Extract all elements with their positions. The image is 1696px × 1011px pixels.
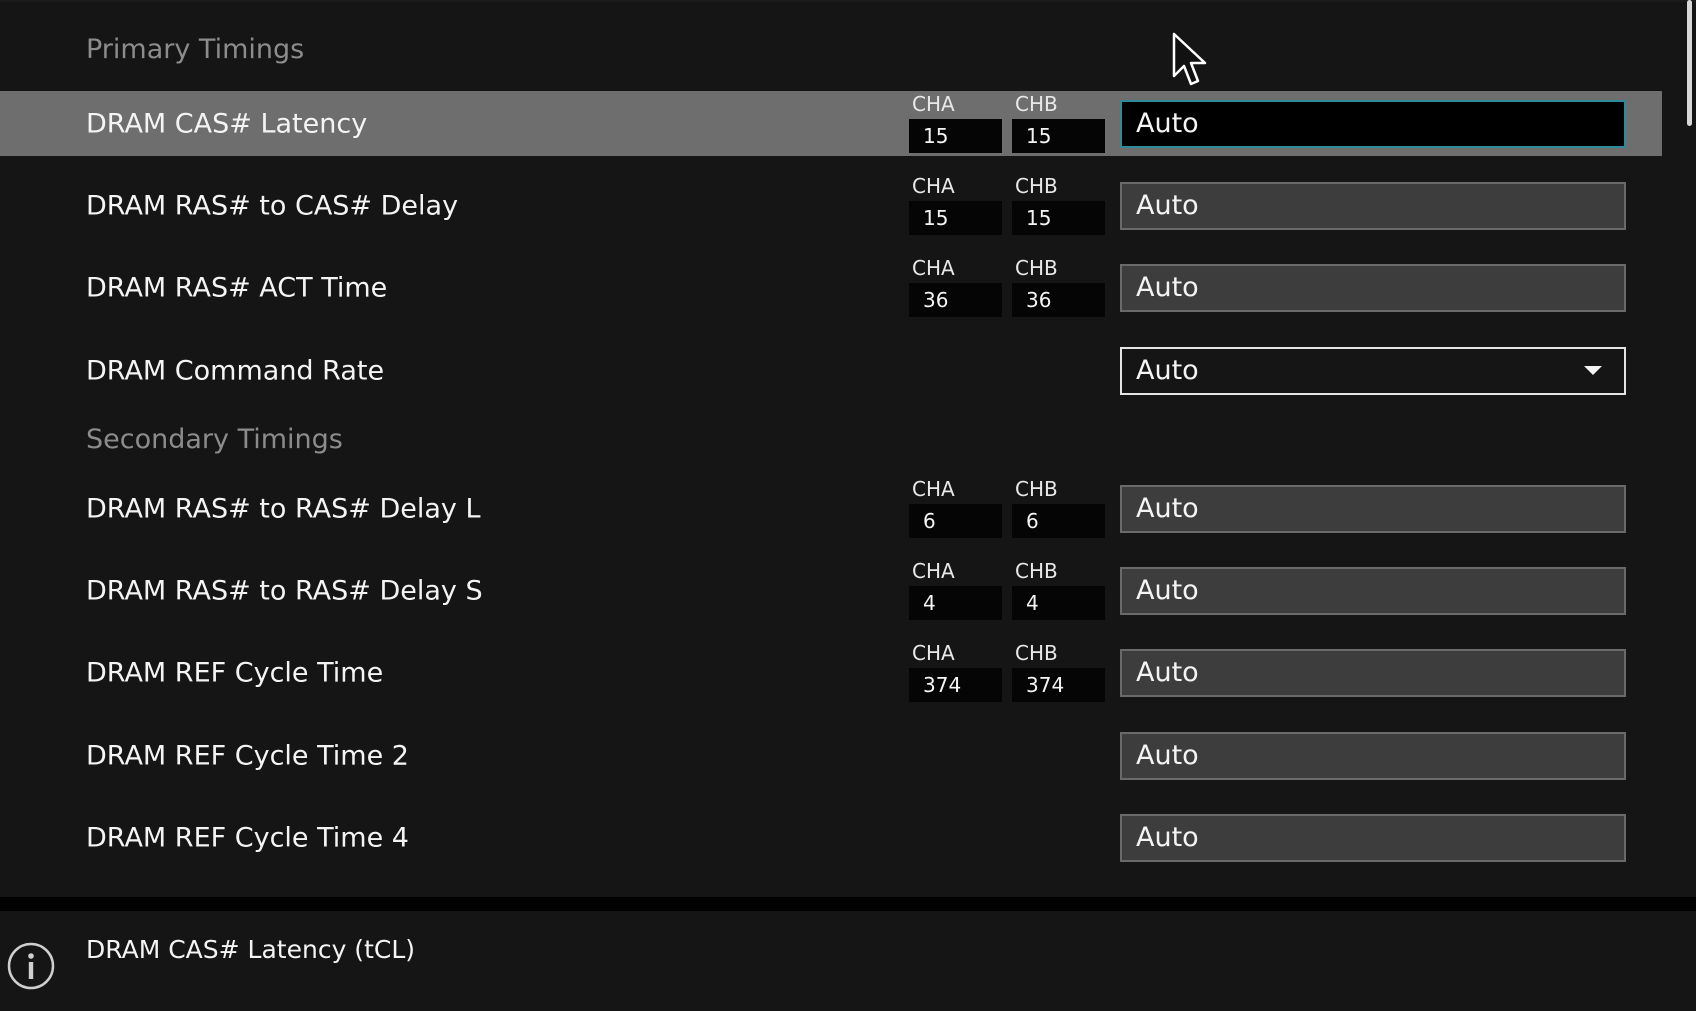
- row-label: DRAM Command Rate: [86, 355, 385, 386]
- ras-act-time-input[interactable]: Auto: [1120, 263, 1626, 312]
- channel-b-label: CHB: [1015, 92, 1058, 116]
- ras-to-ras-delay-s-input[interactable]: Auto: [1120, 566, 1626, 615]
- channel-a-label: CHA: [912, 477, 955, 501]
- row-label: DRAM RAS# to RAS# Delay S: [86, 575, 483, 606]
- channel-b-readout: CHB 374: [1012, 642, 1105, 704]
- row-dram-ref-cycle-time-2[interactable]: DRAM REF Cycle Time 2 Auto: [0, 723, 1662, 788]
- timings-list: Primary Timings DRAM CAS# Latency CHA 15…: [0, 0, 1662, 896]
- channel-a-label: CHA: [912, 256, 955, 280]
- help-panel: DRAM CAS# Latency (tCL): [0, 911, 1696, 1011]
- channel-a-readout: CHA 4: [909, 560, 1002, 622]
- channel-a-label: CHA: [912, 92, 955, 116]
- channel-b-label: CHB: [1015, 256, 1058, 280]
- row-label: DRAM REF Cycle Time 2: [86, 740, 409, 771]
- row-label: DRAM RAS# to RAS# Delay L: [86, 493, 481, 524]
- channel-a-value: 15: [909, 119, 1002, 153]
- channel-b-value: 15: [1012, 201, 1105, 235]
- channel-b-readout: CHB 6: [1012, 478, 1105, 540]
- bios-memory-timings-screen: Primary Timings DRAM CAS# Latency CHA 15…: [0, 0, 1696, 1011]
- channel-a-value: 15: [909, 201, 1002, 235]
- cas-latency-input[interactable]: Auto: [1120, 99, 1626, 148]
- channel-b-readout: CHB 15: [1012, 175, 1105, 237]
- channel-a-readout: CHA 6: [909, 478, 1002, 540]
- channel-a-readout: CHA 374: [909, 642, 1002, 704]
- channel-a-readout: CHA 36: [909, 257, 1002, 319]
- channel-a-readout: CHA 15: [909, 175, 1002, 237]
- help-description: DRAM CAS# Latency (tCL): [86, 935, 416, 964]
- scrollbar[interactable]: [1682, 0, 1696, 896]
- section-primary-timings: Primary Timings: [86, 34, 305, 65]
- channel-a-label: CHA: [912, 559, 955, 583]
- row-label: DRAM REF Cycle Time 4: [86, 822, 409, 853]
- channel-b-value: 15: [1012, 119, 1105, 153]
- ref-cycle-time-2-input[interactable]: Auto: [1120, 731, 1626, 780]
- row-dram-ref-cycle-time-4[interactable]: DRAM REF Cycle Time 4 Auto: [0, 805, 1662, 870]
- row-label: DRAM RAS# to CAS# Delay: [86, 190, 459, 221]
- row-dram-ras-to-ras-delay-l[interactable]: DRAM RAS# to RAS# Delay L CHA 6 CHB 6 Au…: [0, 476, 1662, 541]
- channel-b-label: CHB: [1015, 174, 1058, 198]
- scrollbar-thumb[interactable]: [1687, 0, 1692, 126]
- help-divider: [0, 897, 1696, 911]
- channel-b-value: 36: [1012, 283, 1105, 317]
- command-rate-select[interactable]: Auto: [1120, 346, 1626, 395]
- channel-a-readout: CHA 15: [909, 93, 1002, 155]
- ref-cycle-time-4-input[interactable]: Auto: [1120, 813, 1626, 862]
- ras-to-ras-delay-l-input[interactable]: Auto: [1120, 484, 1626, 533]
- channel-b-readout: CHB 15: [1012, 93, 1105, 155]
- chevron-down-icon[interactable]: [1584, 365, 1602, 375]
- row-dram-ref-cycle-time[interactable]: DRAM REF Cycle Time CHA 374 CHB 374 Auto: [0, 640, 1662, 705]
- channel-a-value: 374: [909, 668, 1002, 702]
- row-dram-cas-latency[interactable]: DRAM CAS# Latency CHA 15 CHB 15 Auto: [0, 91, 1662, 156]
- ras-to-cas-delay-input[interactable]: Auto: [1120, 181, 1626, 230]
- channel-a-label: CHA: [912, 174, 955, 198]
- channel-b-readout: CHB 4: [1012, 560, 1105, 622]
- channel-b-value: 374: [1012, 668, 1105, 702]
- channel-b-label: CHB: [1015, 559, 1058, 583]
- row-dram-ras-to-cas-delay[interactable]: DRAM RAS# to CAS# Delay CHA 15 CHB 15 Au…: [0, 173, 1662, 238]
- row-dram-ras-to-ras-delay-s[interactable]: DRAM RAS# to RAS# Delay S CHA 4 CHB 4 Au…: [0, 558, 1662, 623]
- row-dram-command-rate[interactable]: DRAM Command Rate Auto: [0, 338, 1662, 403]
- channel-b-value: 6: [1012, 504, 1105, 538]
- channel-a-value: 6: [909, 504, 1002, 538]
- channel-a-label: CHA: [912, 641, 955, 665]
- row-label: DRAM CAS# Latency: [86, 108, 368, 139]
- channel-a-value: 4: [909, 586, 1002, 620]
- channel-b-label: CHB: [1015, 477, 1058, 501]
- command-rate-selected-value: Auto: [1136, 354, 1199, 386]
- row-label: DRAM REF Cycle Time: [86, 657, 384, 688]
- channel-b-value: 4: [1012, 586, 1105, 620]
- ref-cycle-time-input[interactable]: Auto: [1120, 648, 1626, 697]
- channel-b-readout: CHB 36: [1012, 257, 1105, 319]
- channel-b-label: CHB: [1015, 641, 1058, 665]
- section-secondary-timings: Secondary Timings: [86, 424, 343, 455]
- info-icon: [7, 942, 55, 990]
- channel-a-value: 36: [909, 283, 1002, 317]
- row-dram-ras-act-time[interactable]: DRAM RAS# ACT Time CHA 36 CHB 36 Auto: [0, 255, 1662, 320]
- mouse-pointer-icon: [1172, 32, 1207, 86]
- row-label: DRAM RAS# ACT Time: [86, 272, 388, 303]
